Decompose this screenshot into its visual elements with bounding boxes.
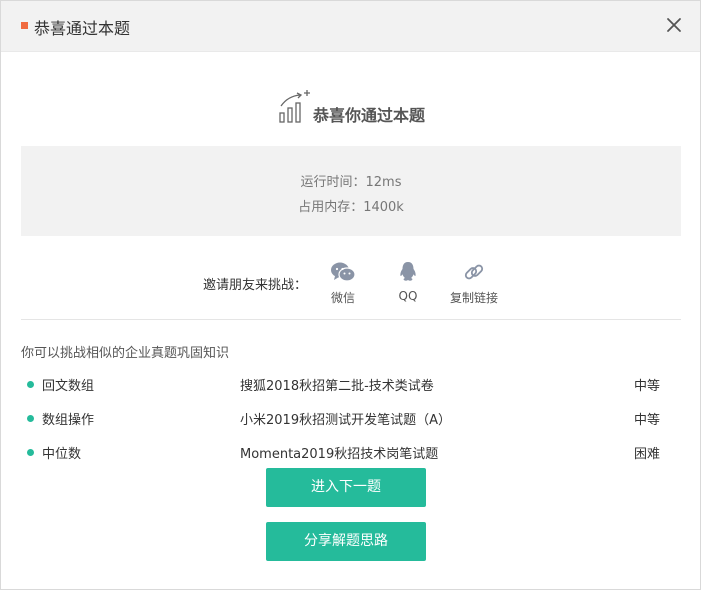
- exam-paper-link[interactable]: Momenta2019秋招技术岗笔试题: [240, 443, 438, 462]
- dialog-title: 恭喜通过本题: [34, 19, 131, 38]
- share-qq-button[interactable]: QQ: [395, 261, 421, 303]
- exam-paper-link[interactable]: 小米2019秋招测试开发笔试题（A）: [240, 409, 451, 428]
- link-icon: [464, 264, 484, 280]
- recommend-list: 回文数组 搜狐2018秋招第二批-技术类试卷 中等 数组操作 小米2019秋招测…: [21, 369, 681, 471]
- copy-link-button[interactable]: 复制链接: [447, 261, 501, 306]
- run-stats-panel: 运行时间：12ms 占用内存：1400k: [21, 146, 681, 236]
- success-banner: 恭喜你通过本题: [1, 89, 700, 129]
- next-question-button[interactable]: 进入下一题: [266, 468, 426, 507]
- bullet-dot: [27, 415, 34, 422]
- congrats-dialog: 恭喜通过本题 恭喜你通过本题 运行时间：12ms 占用内存：1400k 邀请朋友…: [0, 0, 701, 590]
- qq-icon: [400, 262, 416, 281]
- share-wechat-label: 微信: [330, 291, 355, 305]
- dialog-header: 恭喜通过本题: [1, 1, 700, 52]
- difficulty-label: 中等: [634, 379, 661, 394]
- copy-link-label: 复制链接: [449, 291, 498, 305]
- share-solution-button[interactable]: 分享解题思路: [266, 522, 426, 561]
- topic-tag: 回文数组: [42, 379, 95, 394]
- list-item[interactable]: 回文数组 搜狐2018秋招第二批-技术类试卷 中等: [21, 369, 681, 403]
- bullet-dot: [27, 381, 34, 388]
- topic-tag: 数组操作: [42, 413, 95, 428]
- success-message: 恭喜你通过本题: [313, 106, 426, 125]
- memory-stat: 占用内存：1400k: [298, 200, 404, 215]
- bullet-dot: [27, 449, 34, 456]
- difficulty-label: 困难: [634, 447, 661, 462]
- divider: [21, 319, 681, 320]
- title-marker: [21, 22, 28, 29]
- share-wechat-button[interactable]: 微信: [329, 261, 357, 306]
- difficulty-label: 中等: [634, 413, 661, 428]
- close-icon[interactable]: [664, 15, 684, 35]
- share-qq-label: QQ: [398, 289, 418, 303]
- topic-tag: 中位数: [42, 447, 82, 462]
- wechat-icon: [331, 262, 356, 282]
- growth-chart-icon: [279, 90, 310, 123]
- exam-paper-link[interactable]: 搜狐2018秋招第二批-技术类试卷: [240, 375, 434, 394]
- recommend-hint: 你可以挑战相似的企业真题巩固知识: [21, 346, 230, 361]
- list-item[interactable]: 数组操作 小米2019秋招测试开发笔试题（A） 中等: [21, 403, 681, 437]
- list-item[interactable]: 中位数 Momenta2019秋招技术岗笔试题 困难: [21, 437, 681, 471]
- share-label: 邀请朋友来挑战：: [203, 278, 308, 293]
- runtime-stat: 运行时间：12ms: [300, 175, 402, 190]
- share-bar: 邀请朋友来挑战： 微信 QQ 复制链接: [1, 259, 700, 309]
